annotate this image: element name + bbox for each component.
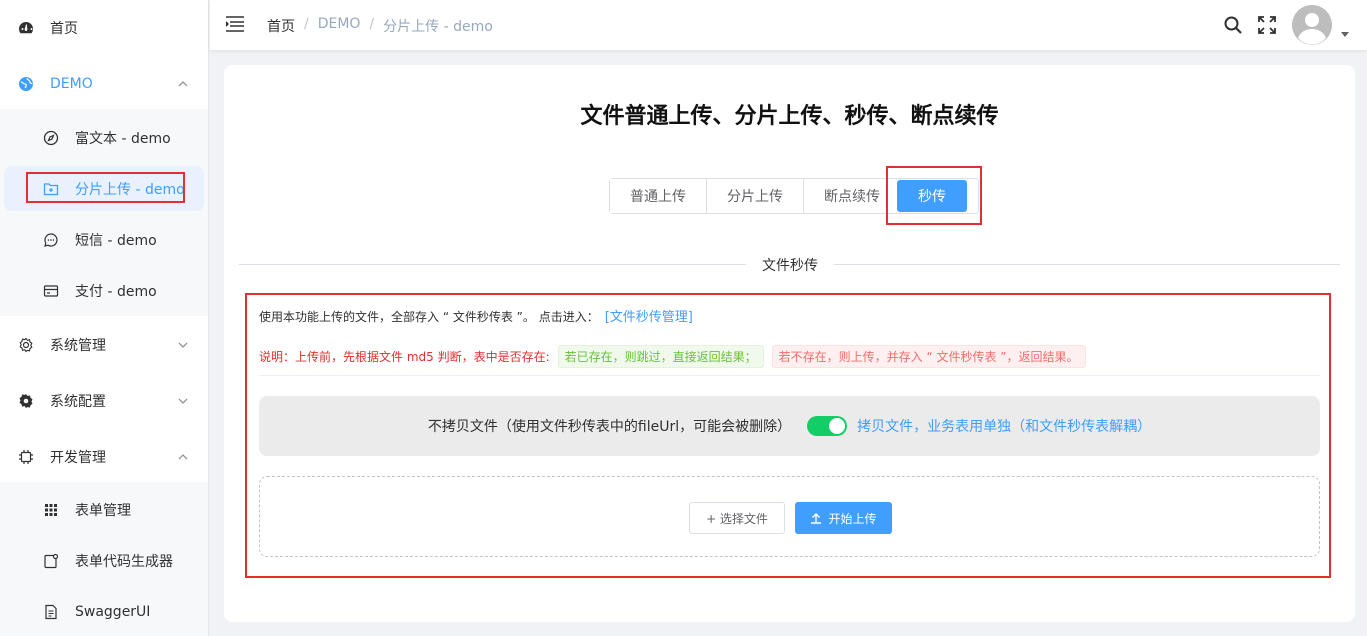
sidebar-item-dev-manage[interactable]: 开发管理 [0,432,208,482]
copy-file-toggle[interactable] [807,416,848,436]
sidebar-item-label: 表单管理 [75,503,131,519]
hamburger-icon[interactable] [226,16,244,32]
chat-icon [43,232,59,248]
chevron-up-icon [178,81,188,87]
sidebar-item-system-config[interactable]: 系统配置 [0,376,208,426]
top-navbar: 首页 / DEMO / 分片上传 - demo [210,0,1367,50]
start-upload-button[interactable]: 开始上传 [795,502,892,534]
breadcrumb-home[interactable]: 首页 [267,16,295,36]
tag-not-exists: 若不存在，则上传，并存入 “ 文件秒传表 ”，返回结果。 [771,345,1086,368]
gear-icon [18,337,34,353]
avatar[interactable] [1292,5,1332,45]
chevron-down-icon [178,342,188,348]
select-file-button[interactable]: + 选择文件 [689,502,785,534]
sidebar-item-demo[interactable]: DEMO [0,59,208,109]
sidebar-item-richtext[interactable]: 富文本 - demo [0,113,208,163]
caret-down-icon[interactable] [1341,32,1349,37]
tag-exists: 若已存在，则跳过，直接返回结果； [557,345,764,368]
main-card: 文件普通上传、分片上传、秒传、断点续传 普通上传 分片上传 断点续传 秒传 文件… [224,65,1355,622]
sidebar-item-label: 支付 - demo [75,284,157,300]
start-upload-label: 开始上传 [828,511,877,526]
switch-on-label: 拷贝文件，业务表用单独（和文件秒传表解耦） [857,419,1152,435]
highlight-box [886,166,982,225]
sidebar-item-label: 表单代码生成器 [75,554,173,570]
document-icon [43,604,59,620]
breadcrumb: 首页 / DEMO / 分片上传 - demo [267,16,493,36]
chip-icon [18,449,34,465]
sidebar-item-system-manage[interactable]: 系统管理 [0,320,208,370]
compass-icon [43,130,59,146]
user-avatar-icon [1292,5,1332,45]
sidebar: 首页 DEMO 富文本 - demo 分片上传 - demo 短信 - demo… [0,0,209,636]
sidebar-item-label: SwaggerUI [75,604,151,620]
sidebar-item-label: 短信 - demo [75,233,157,249]
breadcrumb-separator: / [369,16,375,32]
page-title: 文件普通上传、分片上传、秒传、断点续传 [580,104,999,129]
chevron-up-icon [178,454,188,460]
upload-icon [811,513,822,524]
tab-normal-upload[interactable]: 普通上传 [610,179,707,213]
info-description: 使用本功能上传的文件，全部存入 “ 文件秒传表 ”。 点击进入： [259,310,599,324]
sidebar-item-label: 开发管理 [50,450,106,466]
sidebar-item-home[interactable]: 首页 [0,3,208,53]
highlight-box [26,172,185,203]
divider-label: 文件秒传 [746,255,834,275]
sidebar-item-sms[interactable]: 短信 - demo [0,215,208,265]
sidebar-item-form-manage[interactable]: 表单管理 [0,485,208,535]
tab-chunk-upload[interactable]: 分片上传 [707,179,804,213]
sidebar-item-form-codegen[interactable]: 表单代码生成器 [0,536,208,586]
breadcrumb-separator: / [304,16,309,32]
sidebar-item-swagger[interactable]: SwaggerUI [0,587,208,636]
switch-off-label: 不拷贝文件（使用文件秒传表中的fileUrl，可能会被删除） [427,419,792,435]
copy-file-switch-panel: 不拷贝文件（使用文件秒传表中的fileUrl，可能会被删除） 拷贝文件，业务表用… [259,396,1320,456]
fullscreen-icon[interactable] [1257,15,1277,35]
dashboard-icon [18,20,34,36]
divider [259,375,1320,376]
upload-zone: + 选择文件 开始上传 [259,476,1320,557]
info-text: 使用本功能上传的文件，全部存入 “ 文件秒传表 ”。 点击进入： [文件秒传管理] [259,306,693,325]
search-icon[interactable] [1223,15,1243,35]
cog-icon [18,393,34,409]
instant-upload-manage-link[interactable]: [文件秒传管理] [605,310,693,325]
grid-icon [43,502,59,518]
chevron-down-icon [178,398,188,404]
sidebar-item-label: 富文本 - demo [75,131,171,147]
sidebar-item-pay[interactable]: 支付 - demo [0,266,208,316]
note-description: 说明：上传前，先根据文件 md5 判断，表中是否存在: [259,350,550,364]
note-text: 说明：上传前，先根据文件 md5 判断，表中是否存在: 若已存在，则跳过，直接返… [259,345,1086,368]
sidebar-item-label: 首页 [50,21,78,37]
credit-card-icon [43,283,59,299]
code-gen-icon [43,553,59,569]
sidebar-item-label: DEMO [50,76,93,92]
globe-icon [18,76,34,92]
sidebar-item-label: 系统配置 [50,394,106,410]
breadcrumb-demo: DEMO [317,16,361,32]
breadcrumb-current: 分片上传 - demo [383,19,493,35]
sidebar-item-label: 系统管理 [50,338,106,354]
